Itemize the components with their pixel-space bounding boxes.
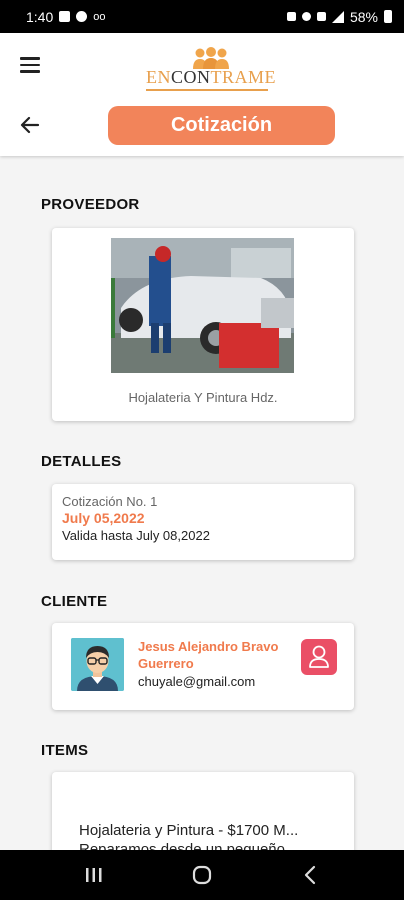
client-name: Jesus Alejandro Bravo Guerrero xyxy=(138,639,279,671)
chevron-left-icon xyxy=(304,865,316,885)
details-card: Cotización No. 1 July 05,2022 Valida has… xyxy=(52,484,354,560)
logo-text-mid: CON xyxy=(171,67,211,87)
page-title: Cotización xyxy=(108,106,335,145)
app-logo: ENCONTRAME xyxy=(146,45,276,93)
wifi-icon xyxy=(316,12,326,21)
valid-until: Valida hasta July 08,2022 xyxy=(62,528,210,543)
client-email: chuyale@gmail.com xyxy=(138,674,256,689)
status-right: 58% xyxy=(286,8,392,25)
avatar xyxy=(71,638,124,691)
section-title-items: ITEMS xyxy=(41,742,89,759)
client-card: Jesus Alejandro Bravo Guerrero chuyale@g… xyxy=(52,623,354,710)
recent-apps-icon xyxy=(86,868,102,882)
status-left: 1:40 oo xyxy=(26,9,106,25)
people-logo-icon xyxy=(193,47,229,69)
status-time: 1:40 xyxy=(26,8,54,25)
whatsapp-icon xyxy=(76,11,88,22)
provider-card[interactable]: Hojalateria Y Pintura Hdz. xyxy=(52,228,354,421)
home-button[interactable] xyxy=(187,860,217,890)
voicemail-icon: oo xyxy=(93,10,106,23)
item-card[interactable]: Hojalateria y Pintura - $1700 M... Repar… xyxy=(52,772,354,862)
signal-icon xyxy=(331,10,344,23)
mute-icon xyxy=(286,12,296,21)
logo-text: ENCONTRAME xyxy=(146,67,276,88)
provider-name: Hojalateria Y Pintura Hdz. xyxy=(128,390,278,405)
quote-date: July 05,2022 xyxy=(62,510,145,526)
client-profile-button[interactable] xyxy=(301,639,337,675)
menu-icon[interactable] xyxy=(20,57,40,73)
home-icon xyxy=(192,865,212,885)
logo-text-right: TRAME xyxy=(210,67,277,87)
battery-percent: 58% xyxy=(349,8,378,25)
logo-text-left: EN xyxy=(146,67,171,87)
battery-icon xyxy=(384,10,392,23)
back-nav-button[interactable] xyxy=(295,860,325,890)
section-title-provider: PROVEEDOR xyxy=(41,196,140,213)
recent-apps-button[interactable] xyxy=(79,860,109,890)
status-bar: 1:40 oo 58% xyxy=(0,0,404,33)
image-icon xyxy=(59,11,71,22)
provider-photo xyxy=(111,238,294,373)
logo-underline xyxy=(146,89,268,91)
app-header: ENCONTRAME Cotización xyxy=(0,33,404,156)
quote-number: Cotización No. 1 xyxy=(62,494,158,509)
alarm-icon xyxy=(301,12,311,21)
item-title: Hojalateria y Pintura - $1700 M... xyxy=(79,822,299,839)
user-icon xyxy=(309,645,329,668)
section-title-details: DETALLES xyxy=(41,453,122,470)
system-nav-bar xyxy=(0,850,404,900)
section-title-client: CLIENTE xyxy=(41,593,108,610)
back-arrow-icon[interactable] xyxy=(18,113,42,137)
